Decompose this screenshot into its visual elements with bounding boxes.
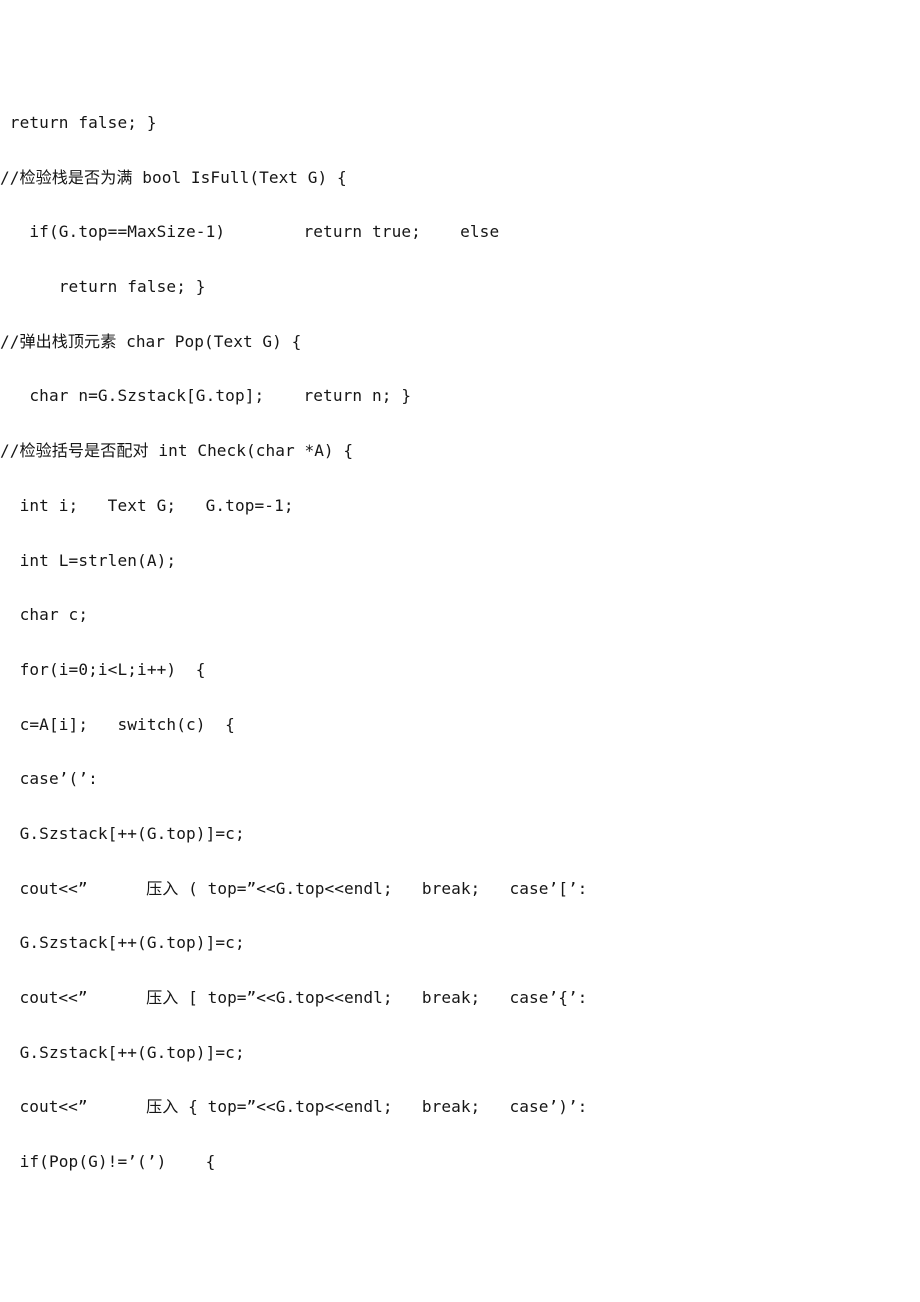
code-line: //检验括号是否配对 int Check(char *A) {	[0, 441, 354, 461]
code-line: return false; }	[0, 277, 206, 297]
code-line: cout<<” 压入 [ top=”<<G.top<<endl; break; …	[0, 988, 588, 1007]
code-line: int L=strlen(A);	[0, 550, 177, 570]
code-line: G.Szstack[++(G.top)]=c;	[0, 823, 245, 843]
code-line: char c;	[0, 605, 89, 625]
code-line: cout<<” 压入 { top=”<<G.top<<endl; break; …	[0, 1097, 588, 1117]
code-line: int i; Text G; G.top=-1;	[0, 495, 294, 515]
document-page: return false; } //检验栈是否为满 bool IsFull(Tex…	[0, 0, 920, 1302]
code-line: case’(’:	[0, 769, 98, 789]
code-line: c=A[i]; switch(c) {	[0, 714, 235, 734]
code-line: cout<<” 压入 ( top=”<<G.top<<endl; break; …	[0, 878, 588, 898]
code-line: char n=G.Szstack[G.top]; return n; }	[0, 386, 412, 406]
code-line: G.Szstack[++(G.top)]=c;	[0, 1042, 245, 1062]
code-listing: return false; } //检验栈是否为满 bool IsFull(Tex…	[0, 96, 920, 1190]
code-line: //检验栈是否为满 bool IsFull(Text G) {	[0, 167, 347, 187]
code-line: //弹出栈顶元素 char Pop(Text G) {	[0, 331, 302, 351]
code-line: return false; }	[0, 113, 157, 132]
code-line: for(i=0;i<L;i++) {	[0, 659, 206, 679]
code-line: if(G.top==MaxSize-1) return true; else	[0, 222, 500, 242]
code-line: if(Pop(G)!=’(’) {	[0, 1152, 216, 1172]
code-line: G.Szstack[++(G.top)]=c;	[0, 933, 245, 953]
